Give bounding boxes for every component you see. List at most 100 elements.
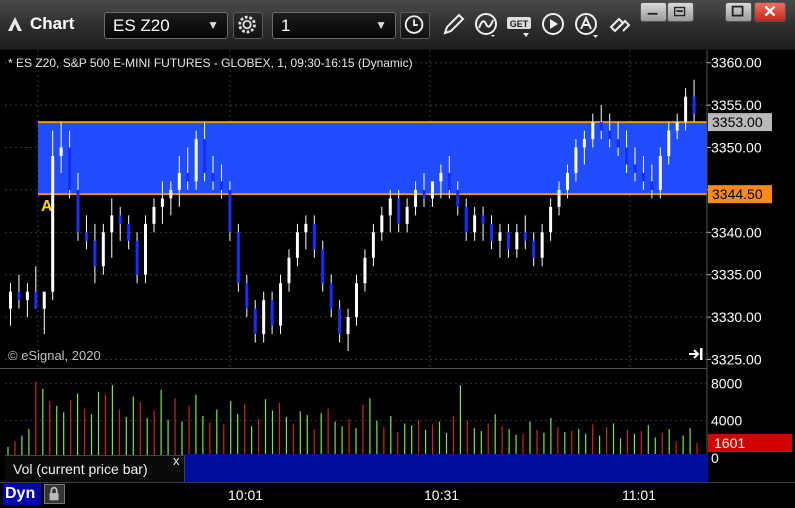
chart-area[interactable]: A3360.003355.003350.003345.003340.003335… xyxy=(0,50,795,508)
price-tick-label: 3350.00 xyxy=(711,140,762,156)
candle-body xyxy=(59,147,63,156)
candle-body xyxy=(523,232,527,241)
candle-body xyxy=(641,172,645,182)
candle-body xyxy=(34,291,38,309)
price-tick-label: 3325.00 xyxy=(711,352,762,368)
candle-body xyxy=(186,172,190,182)
candle-body xyxy=(490,223,494,241)
chevron-down-icon: ▼ xyxy=(207,18,219,32)
volume-legend-strip xyxy=(185,454,708,482)
candle-body xyxy=(380,215,384,233)
restore-icon xyxy=(673,6,686,17)
candle-body xyxy=(633,164,637,173)
candle-body xyxy=(346,317,350,335)
candle-body xyxy=(565,172,569,190)
candle-body xyxy=(591,122,595,140)
candle-body xyxy=(51,156,55,292)
candle-body xyxy=(338,308,342,335)
restore-button[interactable] xyxy=(667,2,694,22)
candle-body xyxy=(506,232,510,250)
clock-button[interactable] xyxy=(400,12,430,39)
candle-body xyxy=(42,291,46,309)
maximize-button[interactable] xyxy=(725,2,752,22)
time-tick-label: 10:31 xyxy=(424,487,460,503)
candle-body xyxy=(439,172,443,182)
candle-body xyxy=(430,181,434,199)
svg-text:GET: GET xyxy=(510,19,529,29)
time-tick-label: 10:01 xyxy=(228,487,264,503)
time-axis[interactable] xyxy=(0,482,795,508)
scroll-to-end-icon[interactable] xyxy=(687,347,705,361)
minimize-button[interactable] xyxy=(640,2,667,22)
candle-body xyxy=(464,206,468,233)
pencil-icon[interactable] xyxy=(439,11,469,39)
candle-body xyxy=(422,189,426,199)
candle-body xyxy=(515,232,519,250)
band-low-label: 3344.50 xyxy=(712,186,763,202)
interval-value: 1 xyxy=(281,16,291,35)
chevron-down-icon: ▼ xyxy=(375,18,387,32)
window-title: Chart xyxy=(30,14,75,33)
title-bar: Chart ES Z20 ▼ 1 ▼ GET xyxy=(0,0,795,50)
play-icon[interactable] xyxy=(539,11,569,39)
candle-body xyxy=(236,232,240,284)
volume-tick-label: 0 xyxy=(711,450,719,466)
candle-body xyxy=(414,189,418,207)
candle-body xyxy=(68,147,72,190)
candle-body xyxy=(481,215,485,224)
candle-body xyxy=(135,240,139,275)
candle-body xyxy=(456,189,460,207)
candle-body xyxy=(169,189,173,199)
interval-select[interactable]: 1 ▼ xyxy=(272,12,396,39)
price-pane[interactable]: A3360.003355.003350.003345.003340.003335… xyxy=(0,50,795,368)
candle-body xyxy=(219,181,223,190)
candle-body xyxy=(625,147,629,165)
candle-body xyxy=(397,198,401,224)
candle-body xyxy=(9,291,12,309)
symbol-select[interactable]: ES Z20 ▼ xyxy=(104,12,228,39)
settings-icon xyxy=(238,15,256,34)
candle-body xyxy=(295,232,299,258)
candle-body xyxy=(684,96,688,123)
candle-body xyxy=(405,206,409,224)
chart-info-label: * ES Z20, S&P 500 E-MINI FUTURES - GLOBE… xyxy=(8,56,413,70)
candle-body xyxy=(355,283,358,318)
volume-legend[interactable]: Vol (current price bar) x xyxy=(5,453,185,482)
candle-body xyxy=(262,300,266,335)
esignal-logo-icon xyxy=(8,17,22,31)
curve-study-icon[interactable] xyxy=(471,11,501,39)
lock-icon[interactable] xyxy=(44,484,65,504)
candle-body xyxy=(287,257,291,284)
settings-button[interactable] xyxy=(233,12,263,39)
alert-icon[interactable] xyxy=(572,11,602,39)
time-tick-label: 11:01 xyxy=(622,487,656,503)
candle-body xyxy=(152,206,156,224)
volume-tick-label: 8000 xyxy=(711,375,742,391)
candle-body xyxy=(667,130,671,156)
candle-body xyxy=(540,232,544,258)
candle-body xyxy=(245,283,249,309)
candle-body xyxy=(144,223,148,275)
candle-body xyxy=(270,300,274,326)
candle-body xyxy=(17,291,21,301)
candle-body xyxy=(498,232,502,241)
candle-body xyxy=(675,122,679,131)
candle-body xyxy=(211,172,215,182)
price-tick-label: 3360.00 xyxy=(711,55,762,71)
candle-body xyxy=(473,215,477,233)
candle-body xyxy=(321,249,325,284)
price-tick-label: 3355.00 xyxy=(711,97,762,113)
candle-body xyxy=(532,240,536,258)
candle-body xyxy=(279,283,283,326)
volume-legend-close[interactable]: x xyxy=(173,453,180,468)
dynamic-mode-button[interactable]: Dyn xyxy=(3,483,41,505)
get-icon[interactable]: GET xyxy=(505,11,535,39)
close-button[interactable] xyxy=(754,2,786,22)
candle-body xyxy=(557,189,561,207)
price-tick-label: 3330.00 xyxy=(711,309,762,325)
clock-icon xyxy=(404,15,424,34)
price-tick-label: 3340.00 xyxy=(711,224,762,240)
candle-body xyxy=(549,206,553,233)
candle-body xyxy=(574,147,578,173)
link-icon[interactable] xyxy=(605,11,635,39)
